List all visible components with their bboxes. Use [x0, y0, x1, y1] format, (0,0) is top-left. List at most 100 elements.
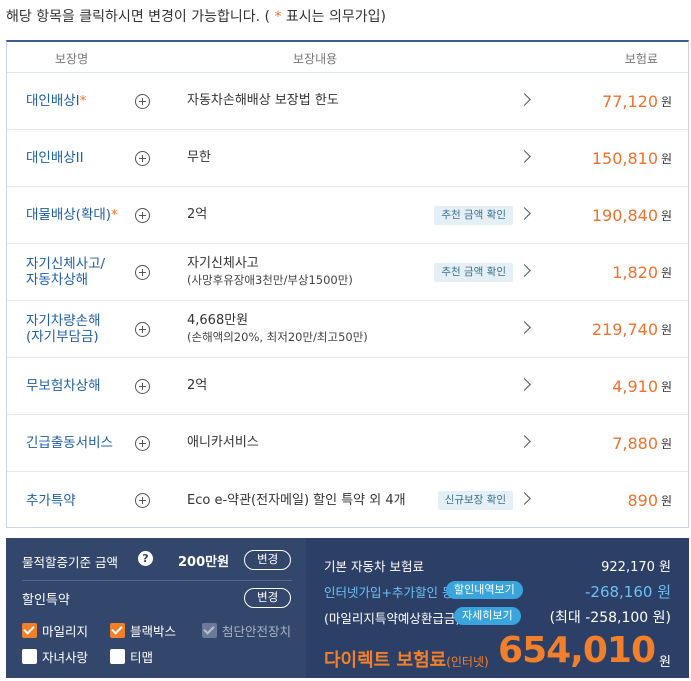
help-icon[interactable]: ? [138, 551, 153, 566]
discount-checkbox[interactable]: 자녀사랑 [22, 647, 88, 666]
table-row[interactable]: 대인배상I * 자동차손해배상 보장법 한도 77,120 원 [7, 73, 688, 130]
chevron-right-icon[interactable] [518, 378, 531, 391]
discount-label: 할인특약 [22, 593, 70, 608]
coverage-desc: 자기신체사고 (사망후유장애3천만/부상1500만) [187, 244, 353, 300]
notice-before: 해당 항목을 클릭하시면 변경이 가능합니다. ( [6, 9, 275, 25]
coverage-desc: 무한 [187, 130, 211, 186]
chevron-right-icon[interactable] [518, 321, 531, 334]
coverage-desc-sub: (손해액의20%, 최저20만/최고50만) [187, 330, 368, 344]
discount-detail-button[interactable]: 할인내역보기 [446, 581, 523, 599]
mileage-refund-label: (마일리지특약예상환급금) [324, 611, 461, 626]
expand-plus-icon[interactable] [135, 379, 150, 394]
checkbox-label: 첨단안전장치 [222, 624, 292, 639]
coverage-price: 7,880 [612, 433, 658, 453]
coverage-name-text: 자기신체사고/ 자동차상해 [26, 256, 106, 288]
table-row[interactable]: 자기차량손해 (자기부담금) 4,668만원 (손해액의20%, 최저20만/최고5… [7, 301, 688, 358]
chevron-right-icon[interactable] [518, 435, 531, 448]
currency-won: 원 [660, 265, 672, 280]
coverage-name-text: 긴급출동서비스 [26, 435, 113, 451]
header-content: 보장내용 [293, 52, 338, 66]
checkbox-label: 블랙박스 [130, 624, 177, 639]
coverage-price: 150,810 [591, 148, 658, 168]
coverage-name: 무보험차상해 [26, 358, 101, 414]
table-row[interactable]: 무보험차상해 2억 4,910 원 [7, 358, 688, 415]
required-star: * [111, 207, 118, 223]
coverage-price: 77,120 [602, 91, 658, 111]
coverage-desc-main: 2억 [187, 378, 208, 393]
chevron-right-icon[interactable] [518, 207, 531, 220]
chevron-right-icon[interactable] [518, 93, 531, 106]
header-premium: 보험료 [624, 52, 658, 66]
discount-checkbox: 첨단안전장치 [202, 621, 291, 640]
coverage-desc-main: 애니카서비스 [187, 435, 259, 450]
checkbox-box[interactable] [110, 623, 125, 638]
mileage-detail-button[interactable]: 자세히보기 [454, 607, 521, 625]
table-body: 대인배상I * 자동차손해배상 보장법 한도 77,120 원 대인배상II 무한 150,8… [7, 73, 688, 529]
expand-plus-icon[interactable] [135, 322, 150, 337]
discount-total-label: 인터넷가입+추가할인 등 [324, 585, 454, 600]
coverage-desc-main: Eco e-약관(전자메일) 할인 특약 외 4개 [187, 492, 406, 508]
chevron-right-icon[interactable] [518, 150, 531, 163]
discount-change-button[interactable]: 변경 [244, 588, 292, 608]
property-amount: 200만원 [178, 555, 230, 570]
checkbox-box[interactable] [22, 649, 37, 664]
chevron-right-icon[interactable] [518, 264, 531, 277]
coverage-badge[interactable]: 신규보장 확인 [437, 491, 513, 510]
chevron-right-icon[interactable] [518, 492, 531, 505]
currency-won: 원 [660, 151, 672, 166]
mileage-refund-value: (최대 -258,100 원) [549, 610, 671, 626]
table-row[interactable]: 긴급출동서비스 애니카서비스 7,880 원 [7, 415, 688, 472]
coverage-price: 1,820 [612, 262, 658, 282]
final-premium-label: 다이렉트 보험료(인터넷) [324, 646, 489, 672]
expand-plus-icon[interactable] [135, 265, 150, 280]
final-label-small: (인터넷) [446, 655, 489, 669]
coverage-desc: 자동차손해배상 보장법 한도 [187, 73, 339, 129]
expand-plus-icon[interactable] [135, 94, 150, 109]
coverage-name-text: 무보험차상해 [26, 378, 101, 394]
table-row[interactable]: 대인배상II 무한 150,810 원 [7, 130, 688, 187]
discount-checkbox[interactable]: 마일리지 [22, 621, 88, 640]
final-label-main: 다이렉트 보험료 [324, 650, 447, 671]
coverage-desc: 애니카서비스 [187, 415, 259, 471]
coverage-price: 190,840 [591, 205, 658, 225]
base-premium-label: 기본 자동차 보험료 [324, 559, 424, 574]
coverage-name-text: 대인배상II [26, 150, 84, 166]
notice-after: 표시는 의무가입) [281, 9, 386, 25]
coverage-desc-main: 4,668만원 [187, 313, 249, 328]
expand-plus-icon[interactable] [135, 436, 150, 451]
expand-plus-icon[interactable] [135, 493, 150, 508]
coverage-name: 자기차량손해 (자기부담금) [26, 301, 101, 357]
required-star: * [79, 93, 87, 109]
checkbox-label: 마일리지 [42, 624, 89, 639]
currency-won: 원 [660, 379, 672, 394]
table-row[interactable]: 추가특약 Eco e-약관(전자메일) 할인 특약 외 4개 신규보장 확인 890 원 [7, 472, 688, 529]
notice-text: 해당 항목을 클릭하시면 변경이 가능합니다. ( * 표시는 의무가입) [6, 6, 386, 26]
table-row[interactable]: 대물배상(확대) * 2억 추천 금액 확인 190,840 원 [7, 187, 688, 244]
coverage-desc: 4,668만원 (손해액의20%, 최저20만/최고50만) [187, 301, 368, 357]
coverage-desc-main: 자동차손해배상 보장법 한도 [187, 93, 339, 108]
property-change-button[interactable]: 변경 [244, 550, 292, 570]
discount-checkbox[interactable]: 블랙박스 [110, 621, 176, 640]
checkbox-box[interactable] [22, 623, 37, 638]
coverage-name-text: 대물배상(확대) [26, 207, 112, 223]
coverage-badge[interactable]: 추천 금액 확인 [434, 263, 513, 282]
coverage-desc-main: 무한 [187, 150, 211, 165]
expand-plus-icon[interactable] [135, 151, 150, 166]
expand-plus-icon[interactable] [135, 208, 150, 223]
base-premium-value: 922,170 원 [601, 560, 671, 575]
coverage-desc-main: 2억 [187, 207, 208, 222]
discount-total-value: -268,160 원 [584, 583, 671, 601]
final-premium-value: 654,010 [498, 630, 656, 671]
checkbox-label: 티맵 [130, 650, 154, 665]
coverage-badge[interactable]: 추천 금액 확인 [434, 206, 513, 225]
checkbox-box[interactable] [110, 649, 125, 664]
divider [22, 580, 292, 581]
coverage-desc: Eco e-약관(전자메일) 할인 특약 외 4개 [187, 472, 406, 529]
table-row[interactable]: 자기신체사고/ 자동차상해 자기신체사고 (사망후유장애3천만/부상1500만) 추천… [7, 244, 688, 301]
table-header: 보장명 보장내용 보험료 [7, 42, 688, 73]
property-row: 물적할증기준 금액 ? 200만원 변경 [22, 550, 292, 570]
discount-checkbox[interactable]: 티맵 [110, 647, 153, 666]
checkbox-label: 자녀사랑 [42, 650, 89, 665]
coverage-desc-main: 자기신체사고 [187, 256, 259, 271]
coverage-table: 보장명 보장내용 보험료 대인배상I * 자동차손해배상 보장법 한도 77,120 원… [6, 40, 689, 528]
